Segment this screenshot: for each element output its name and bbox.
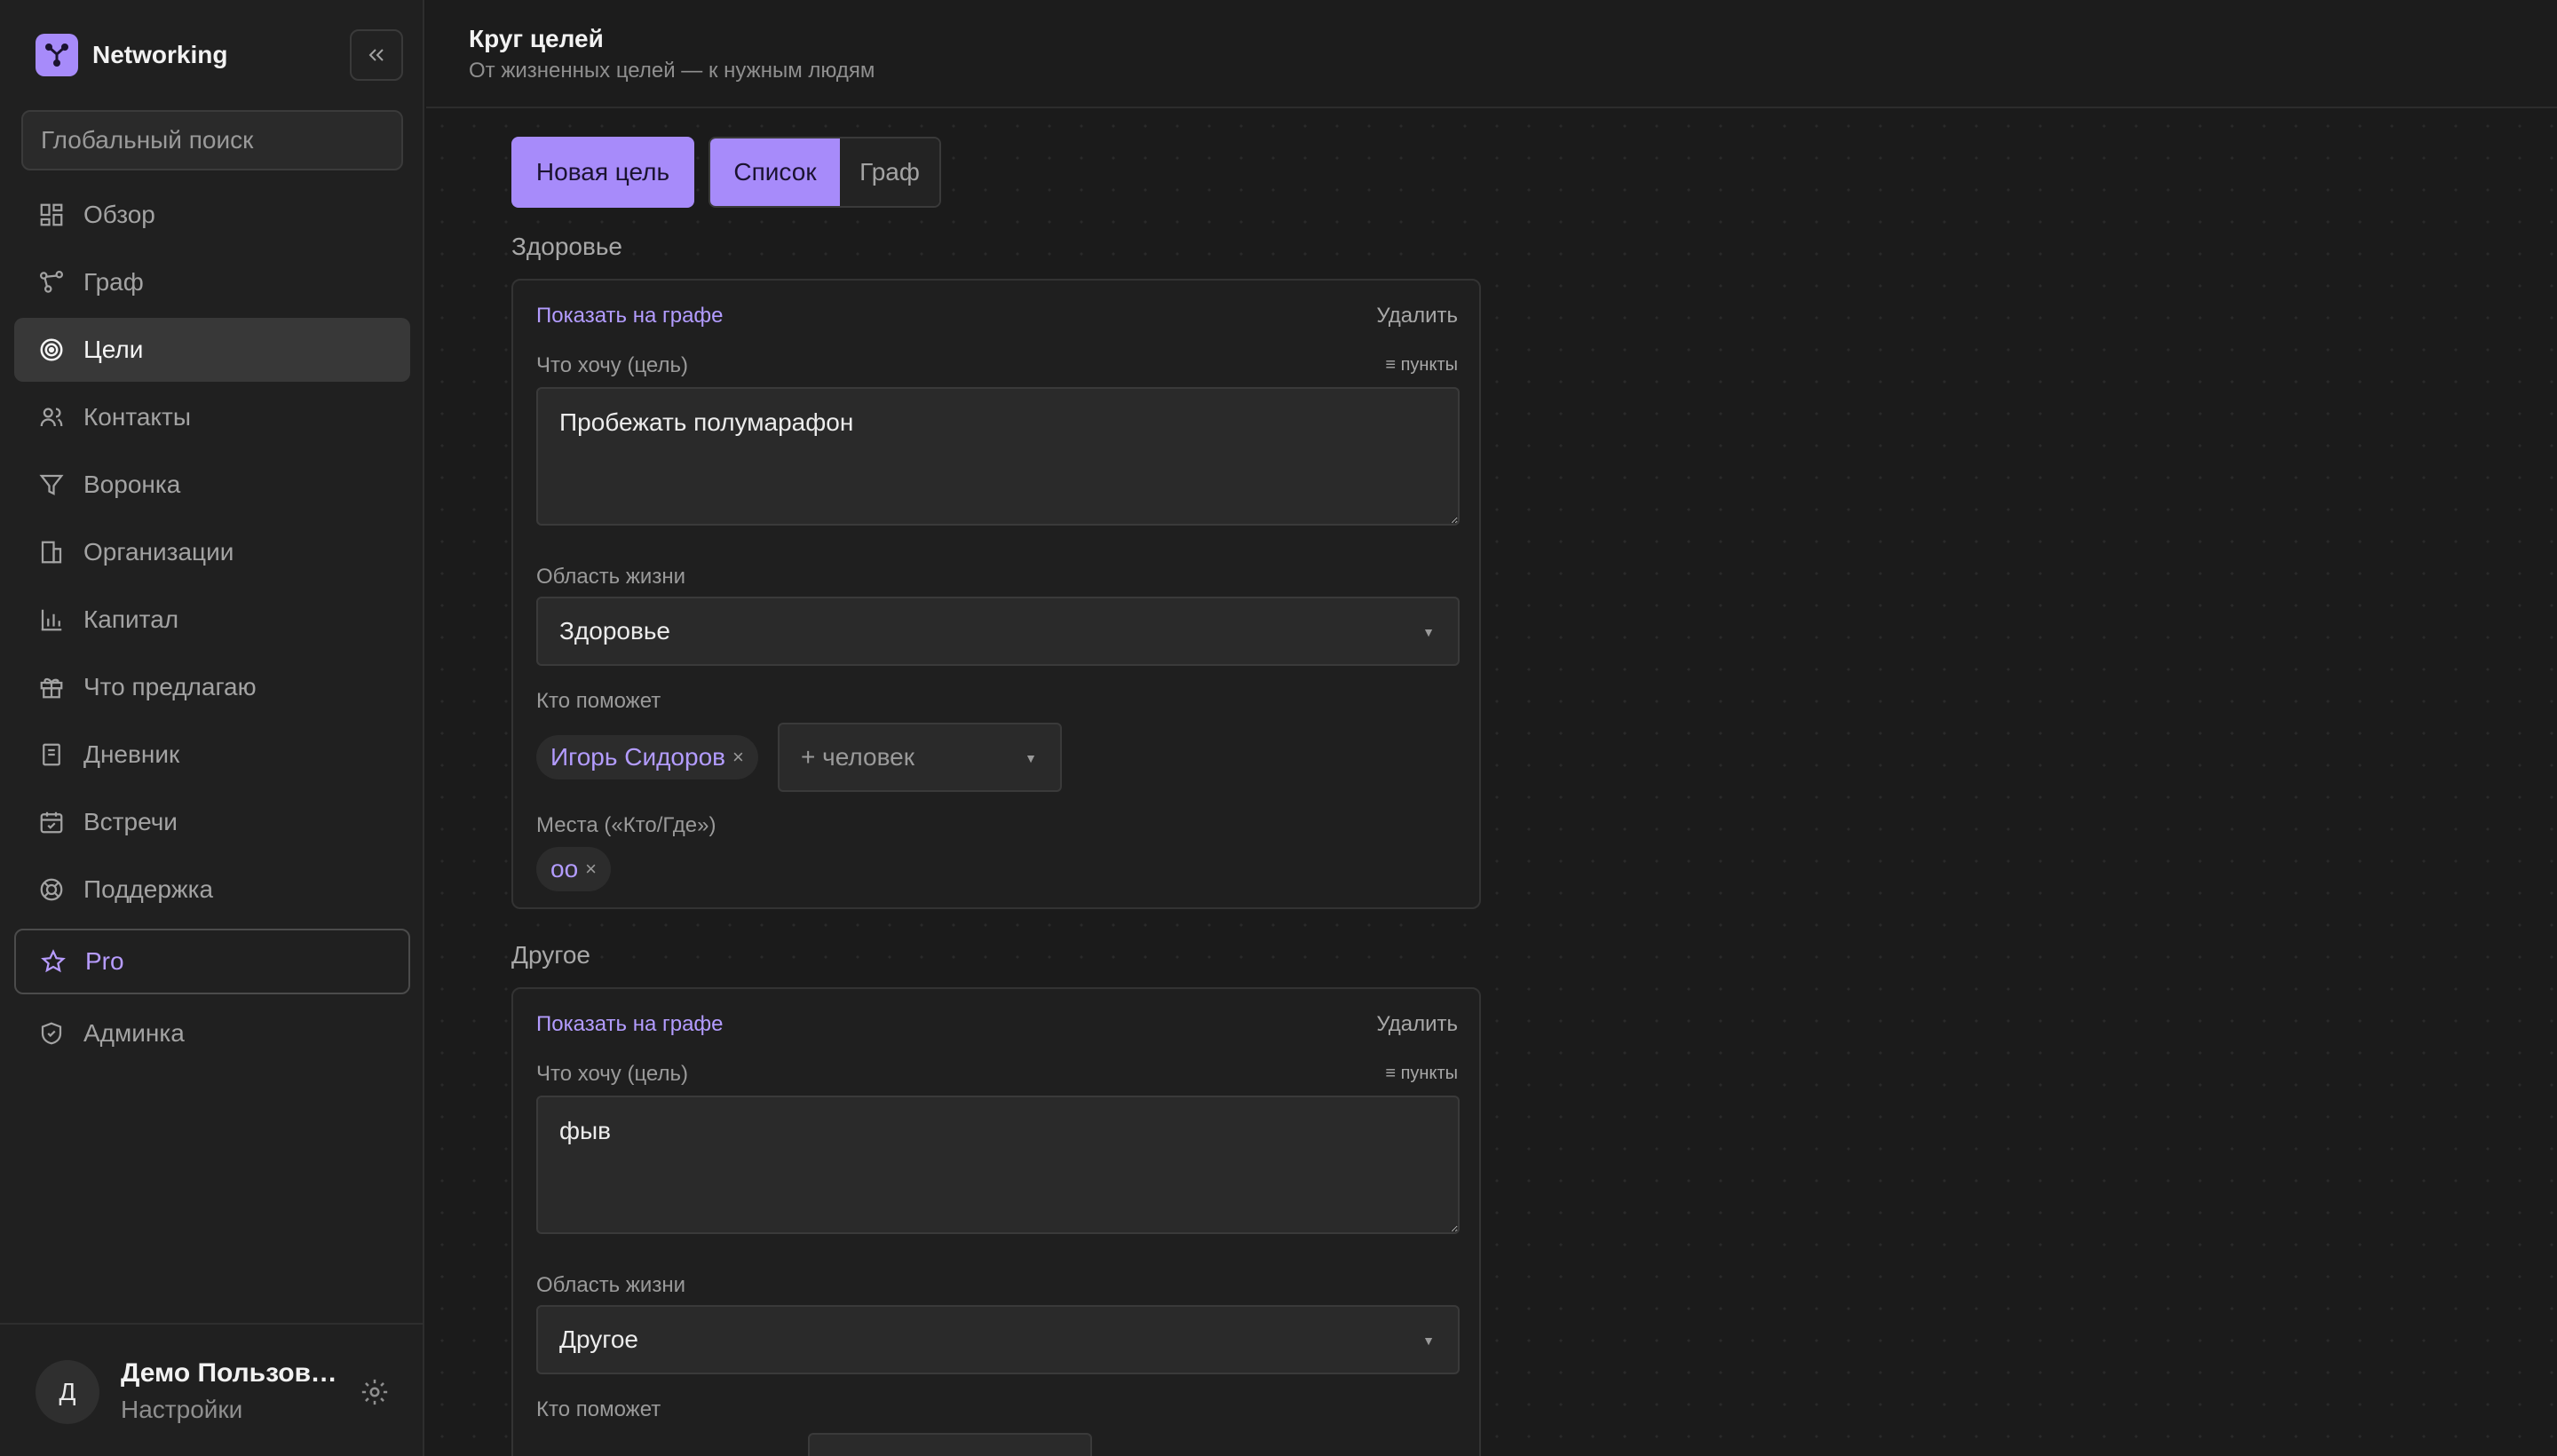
tab-graph[interactable]: Граф — [840, 138, 939, 206]
delete-button[interactable]: Удалить — [1376, 1012, 1458, 1037]
lifebuoy-icon — [37, 875, 66, 904]
life-area-select[interactable]: Здоровье ▼ — [536, 597, 1460, 666]
remove-icon[interactable]: × — [585, 858, 597, 881]
places-label: Места («Кто/Где») — [536, 813, 716, 837]
goal-label: Что хочу (цель) — [536, 1062, 688, 1086]
new-goal-button[interactable]: Новая цель — [511, 137, 694, 208]
sidebar-item-overview[interactable]: Обзор — [14, 183, 410, 247]
sidebar-item-label: Цели — [83, 336, 144, 363]
sidebar-item-label: Что предлагаю — [83, 673, 257, 700]
life-area-label: Область жизни — [536, 565, 685, 589]
caret-down-icon: ▼ — [1422, 625, 1435, 639]
page-subtitle: От жизненных целей — к нужным людям — [469, 59, 875, 83]
page-header: Круг целей От жизненных целей — к нужным… — [426, 0, 2557, 108]
life-area-select[interactable]: Другое ▼ — [536, 1305, 1460, 1374]
sidebar-item-label: Воронка — [83, 471, 181, 498]
graph-icon — [37, 268, 66, 297]
sidebar-item-label: Граф — [83, 268, 144, 296]
helper-chip[interactable]: Игорь Сидоров × — [536, 735, 758, 779]
section-title: Здоровье — [511, 233, 623, 260]
delete-button[interactable]: Удалить — [1376, 304, 1458, 328]
caret-down-icon: ▼ — [1422, 1333, 1435, 1348]
helpers-label: Кто поможет — [536, 1397, 661, 1421]
points-toggle[interactable]: ≡ пункты — [1385, 1064, 1458, 1084]
helpers-label: Кто поможет — [536, 689, 661, 713]
sidebar-item-label: Pro — [85, 947, 124, 975]
bar-chart-icon — [37, 605, 66, 634]
notebook-icon — [37, 740, 66, 769]
sidebar-item-label: Админка — [83, 1019, 185, 1047]
sidebar-item-capital[interactable]: Капитал — [14, 588, 410, 652]
user-panel: Д Демо Пользователь Настройки — [0, 1323, 424, 1456]
sidebar-item-goals[interactable]: Цели — [14, 318, 410, 382]
place-chip[interactable]: оо × — [536, 847, 612, 891]
gift-icon — [37, 673, 66, 701]
goal-label: Что хочу (цель) — [536, 353, 688, 377]
settings-link[interactable]: Настройки — [121, 1396, 242, 1424]
star-icon — [39, 947, 67, 976]
sidebar-nav: Обзор Граф Цели Контакты Воронка Организ… — [14, 183, 410, 1069]
brand-name: Networking — [92, 41, 228, 68]
points-toggle[interactable]: ≡ пункты — [1385, 355, 1458, 376]
sidebar-item-label: Контакты — [83, 403, 191, 431]
goal-card: Показать на графе Удалить Что хочу (цель… — [511, 987, 1481, 1456]
helper-chip-label: Игорь Сидоров — [550, 743, 726, 771]
funnel-icon — [37, 471, 66, 499]
sidebar-item-organizations[interactable]: Организации — [14, 520, 410, 584]
networking-logo-icon — [36, 34, 78, 76]
sidebar-item-contacts[interactable]: Контакты — [14, 385, 410, 449]
target-icon — [37, 336, 66, 364]
collapse-sidebar-button[interactable] — [350, 29, 403, 81]
goal-textarea[interactable]: фыв — [536, 1096, 1460, 1234]
show-on-graph-link[interactable]: Показать на графе — [536, 304, 724, 328]
life-area-label: Область жизни — [536, 1273, 685, 1297]
users-icon — [37, 403, 66, 431]
view-switcher: Список Граф — [709, 137, 941, 208]
goal-card: Показать на графе Удалить Что хочу (цель… — [511, 279, 1481, 909]
sidebar-item-funnel[interactable]: Воронка — [14, 453, 410, 517]
sidebar-item-diary[interactable]: Дневник — [14, 723, 410, 787]
main-content: Новая цель Список Граф Здоровье Показать… — [426, 110, 2557, 1456]
life-area-value: Другое — [559, 1325, 638, 1353]
chevrons-left-icon — [368, 49, 384, 61]
page-title: Круг целей — [469, 25, 604, 52]
add-person-label: + человек — [801, 743, 914, 771]
global-search-input[interactable] — [21, 110, 403, 170]
sidebar-item-graph[interactable]: Граф — [14, 250, 410, 314]
shield-icon — [37, 1019, 66, 1048]
calendar-icon — [37, 808, 66, 836]
sidebar-item-label: Поддержка — [83, 875, 214, 903]
sidebar-item-offers[interactable]: Что предлагаю — [14, 655, 410, 719]
add-person-select[interactable] — [808, 1433, 1092, 1456]
sidebar-item-label: Обзор — [83, 201, 155, 228]
user-name[interactable]: Демо Пользователь — [121, 1358, 343, 1389]
sidebar-item-support[interactable]: Поддержка — [14, 858, 410, 922]
remove-icon[interactable]: × — [732, 746, 744, 769]
life-area-value: Здоровье — [559, 617, 671, 645]
sidebar-item-label: Дневник — [83, 740, 180, 768]
sidebar-item-meetings[interactable]: Встречи — [14, 790, 410, 854]
show-on-graph-link[interactable]: Показать на графе — [536, 1012, 724, 1037]
sidebar-item-label: Встречи — [83, 808, 178, 835]
sidebar-item-label: Капитал — [83, 605, 179, 633]
gear-icon[interactable] — [357, 1374, 392, 1410]
grid-icon — [37, 201, 66, 229]
add-person-select[interactable]: + человек ▼ — [778, 723, 1062, 792]
tab-list[interactable]: Список — [710, 138, 840, 206]
sidebar-item-pro[interactable]: Pro — [14, 929, 410, 994]
brand[interactable]: Networking — [36, 34, 227, 76]
building-icon — [37, 538, 66, 566]
section-title: Другое — [511, 941, 590, 969]
goal-textarea[interactable]: Пробежать полумарафон — [536, 387, 1460, 526]
place-chip-label: оо — [550, 855, 579, 882]
sidebar: Networking Обзор Граф Цели — [0, 0, 424, 1456]
caret-down-icon: ▼ — [1025, 751, 1037, 765]
sidebar-item-label: Организации — [83, 538, 234, 566]
sidebar-item-admin[interactable]: Админка — [14, 1001, 410, 1065]
avatar[interactable]: Д — [36, 1360, 99, 1424]
